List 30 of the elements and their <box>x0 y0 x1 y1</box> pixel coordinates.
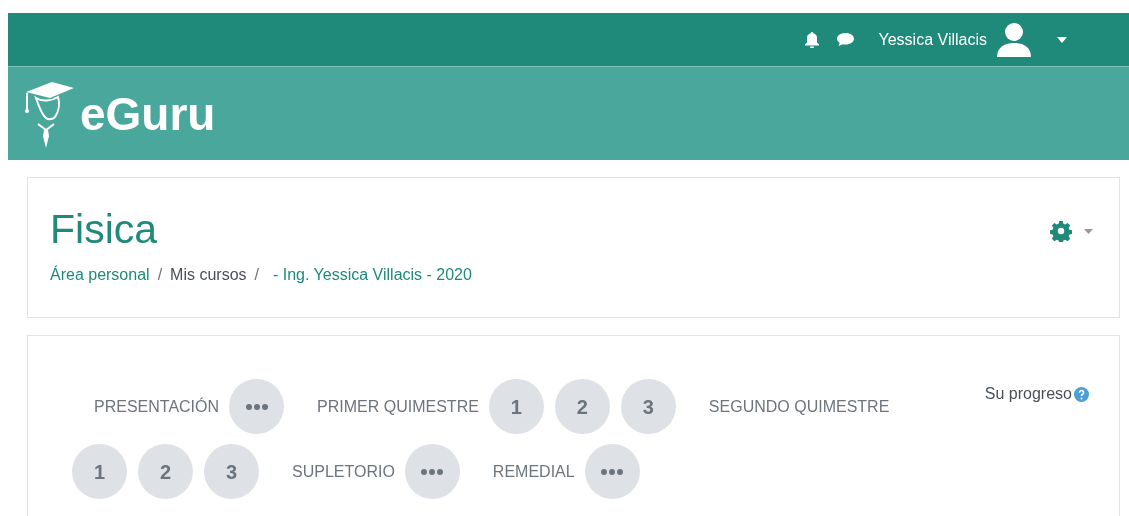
section-number-button[interactable]: 1 <box>72 444 127 499</box>
section-number-button[interactable]: 2 <box>138 444 193 499</box>
more-icon <box>245 403 268 410</box>
caret-icon[interactable] <box>1084 228 1093 234</box>
chat-bubble-icon[interactable] <box>835 32 855 47</box>
breadcrumb-separator: / <box>156 265 164 286</box>
section-number-button[interactable]: 1 <box>488 379 544 434</box>
user-name[interactable]: Yessica Villacis <box>878 27 987 52</box>
course-title: Fisica <box>50 205 158 254</box>
section-number-button[interactable]: 3 <box>620 379 676 434</box>
help-icon[interactable] <box>1074 386 1089 402</box>
breadcrumb-link[interactable]: Mis cursos <box>170 263 247 288</box>
more-icon <box>601 468 624 475</box>
logo-text[interactable]: eGuru <box>80 90 216 137</box>
section-link[interactable]: PRESENTACIÓN <box>94 394 220 419</box>
section-number-button[interactable]: 2 <box>554 379 610 434</box>
section-link[interactable]: SUPLETORIO <box>292 459 395 484</box>
progress-label: Su progreso <box>984 384 1072 404</box>
section-link[interactable]: SEGUNDO QUIMESTRE <box>708 394 890 419</box>
section-link[interactable]: REMEDIAL <box>492 459 575 484</box>
breadcrumb-separator: / <box>253 265 260 286</box>
breadcrumb-link[interactable]: Área personal <box>50 263 150 288</box>
more-icon <box>421 468 444 475</box>
bell-icon[interactable] <box>803 31 820 48</box>
settings-icon[interactable] <box>1050 220 1072 242</box>
section-link[interactable]: PRIMER QUIMESTRE <box>317 394 479 419</box>
section-number-button[interactable]: 3 <box>204 444 259 499</box>
caret-icon[interactable] <box>1057 36 1067 43</box>
breadcrumb-link[interactable]: - Ing. Yessica Villacis - 2020 <box>273 263 472 288</box>
user-avatar-icon[interactable] <box>995 20 1033 59</box>
